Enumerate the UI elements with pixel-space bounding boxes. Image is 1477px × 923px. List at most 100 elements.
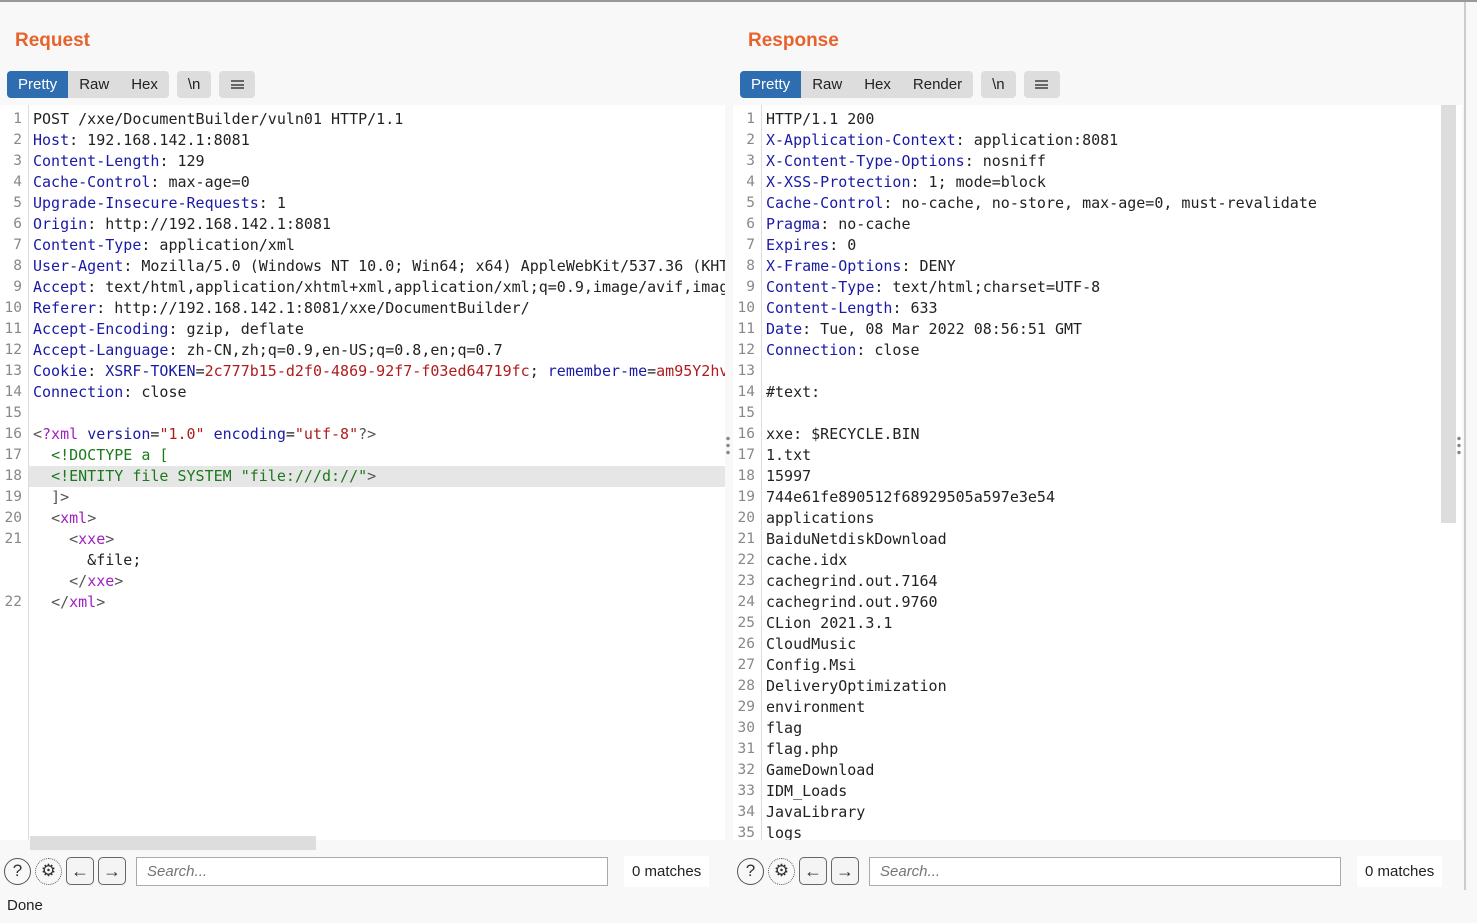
line-number: 26 bbox=[737, 636, 755, 652]
token: : Mozilla/5.0 (Windows NT 10.0; Win64; x… bbox=[123, 257, 725, 275]
line-text: X-Content-Type-Options: nosniff bbox=[766, 151, 1046, 172]
line-number: 20 bbox=[737, 510, 755, 526]
code-line: 25 CLion 2021.3.1 bbox=[733, 613, 1462, 634]
token: </ bbox=[51, 593, 70, 611]
line-number: 34 bbox=[737, 804, 755, 820]
token: CloudMusic bbox=[766, 635, 857, 653]
token: Accept bbox=[33, 278, 88, 296]
next-match-button[interactable]: → bbox=[98, 857, 126, 885]
line-number: 18 bbox=[737, 468, 755, 484]
code-line: 22 cache.idx bbox=[733, 550, 1462, 571]
token: 2c777b15-d2f0-4869-92f7-f03ed64719fc bbox=[204, 362, 530, 380]
next-match-button[interactable]: → bbox=[831, 857, 859, 885]
line-number: 15 bbox=[737, 405, 755, 421]
line-number: 21 bbox=[737, 531, 755, 547]
search-input[interactable] bbox=[869, 856, 1341, 886]
newline-toggle[interactable]: \n bbox=[981, 71, 1016, 98]
token: < bbox=[33, 425, 43, 443]
token: Upgrade-Insecure-Requests bbox=[33, 194, 259, 212]
tab-render[interactable]: Render bbox=[902, 71, 973, 98]
search-input[interactable] bbox=[136, 856, 608, 886]
code-line: 12 Connection: close bbox=[733, 340, 1462, 361]
line-text: Content-Type: text/html;charset=UTF-8 bbox=[766, 277, 1100, 298]
line-number: 1 bbox=[746, 111, 755, 127]
vertical-scrollbar[interactable] bbox=[1441, 105, 1456, 523]
line-text: <!DOCTYPE a [ bbox=[33, 445, 168, 466]
code-line: 6 Origin: http://192.168.142.1:8081 bbox=[0, 214, 725, 235]
request-editor[interactable]: 1 POST /xxe/DocumentBuilder/vuln01 HTTP/1… bbox=[0, 105, 725, 840]
token: ; bbox=[529, 362, 548, 380]
token: : zh-CN,zh;q=0.9,en-US;q=0.8,en;q=0.7 bbox=[168, 341, 503, 359]
token: Connection bbox=[33, 383, 124, 401]
code-line: 12 Accept-Language: zh-CN,zh;q=0.9,en-US;… bbox=[0, 340, 725, 361]
code-line: 17 1.txt bbox=[733, 445, 1462, 466]
code-line: 30 flag bbox=[733, 718, 1462, 739]
code-line: 3 X-Content-Type-Options: nosniff bbox=[733, 151, 1462, 172]
code-line: 8 User-Agent: Mozilla/5.0 (Windows NT 10.… bbox=[0, 256, 725, 277]
token: : 0 bbox=[829, 236, 857, 254]
line-number: 20 bbox=[4, 510, 22, 526]
tab-pretty[interactable]: Pretty bbox=[7, 71, 69, 98]
token: cachegrind.out.9760 bbox=[766, 593, 938, 611]
tab-pretty[interactable]: Pretty bbox=[740, 71, 802, 98]
line-text: Date: Tue, 08 Mar 2022 08:56:51 GMT bbox=[766, 319, 1082, 340]
line-number: 9 bbox=[13, 279, 22, 295]
token: : 1 bbox=[258, 194, 286, 212]
line-number: 2 bbox=[13, 132, 22, 148]
code-line: 10 Referer: http://192.168.142.1:8081/xxe… bbox=[0, 298, 725, 319]
previous-match-button[interactable]: ← bbox=[799, 857, 827, 885]
help-icon[interactable]: ? bbox=[4, 857, 31, 885]
line-number: 27 bbox=[737, 657, 755, 673]
line-number: 3 bbox=[13, 153, 22, 169]
menu-button[interactable] bbox=[1023, 71, 1060, 98]
line-text: <xml> bbox=[33, 508, 96, 529]
token: CLion 2021.3.1 bbox=[766, 614, 893, 632]
code-line: 20 applications bbox=[733, 508, 1462, 529]
horizontal-scrollbar[interactable] bbox=[30, 836, 316, 850]
token: "utf-8" bbox=[294, 425, 359, 443]
token: xxe: $RECYCLE.BIN bbox=[766, 425, 920, 443]
code-line: 22 </xml> bbox=[0, 592, 725, 613]
line-number: 32 bbox=[737, 762, 755, 778]
token: ]> bbox=[51, 488, 70, 506]
line-text: logs bbox=[766, 823, 802, 840]
code-line: 6 Pragma: no-cache bbox=[733, 214, 1462, 235]
tab-hex[interactable]: Hex bbox=[120, 71, 169, 98]
menu-icon bbox=[230, 80, 244, 89]
code-line: 8 X-Frame-Options: DENY bbox=[733, 256, 1462, 277]
line-text: POST /xxe/DocumentBuilder/vuln01 HTTP/1.… bbox=[33, 109, 403, 130]
tab-raw[interactable]: Raw bbox=[68, 71, 120, 98]
token: 744e61fe890512f68929505a597e3e54 bbox=[766, 488, 1055, 506]
code-line: 21 BaiduNetdiskDownload bbox=[733, 529, 1462, 550]
token: IDM_Loads bbox=[766, 782, 848, 800]
settings-icon[interactable]: ⚙ bbox=[35, 857, 62, 885]
token: : text/html;charset=UTF-8 bbox=[874, 278, 1101, 296]
menu-button[interactable] bbox=[219, 71, 256, 98]
settings-icon[interactable]: ⚙ bbox=[768, 857, 795, 885]
token: DeliveryOptimization bbox=[766, 677, 947, 695]
response-editor[interactable]: 1 HTTP/1.1 200 2 X-Application-Context: app… bbox=[733, 105, 1462, 840]
token: HTTP/1.1 200 bbox=[766, 110, 875, 128]
tab-raw[interactable]: Raw bbox=[801, 71, 853, 98]
token: "1.0" bbox=[159, 425, 205, 443]
token: flag.php bbox=[766, 740, 839, 758]
line-text: Origin: http://192.168.142.1:8081 bbox=[33, 214, 331, 235]
pane-divider-handle[interactable] bbox=[726, 435, 730, 457]
previous-match-button[interactable]: ← bbox=[66, 857, 94, 885]
line-text: <?xml version="1.0" encoding="utf-8"?> bbox=[33, 424, 376, 445]
token: : 192.168.142.1:8081 bbox=[69, 131, 250, 149]
token: cache.idx bbox=[766, 551, 848, 569]
token: : no-cache, no-store, max-age=0, must-re… bbox=[883, 194, 1317, 212]
side-panel-handle[interactable] bbox=[1457, 435, 1461, 457]
token: X-Frame-Options bbox=[766, 257, 902, 275]
token: environment bbox=[766, 698, 866, 716]
help-icon[interactable]: ? bbox=[737, 857, 764, 885]
code-line: 33 IDM_Loads bbox=[733, 781, 1462, 802]
code-line: 17 <!DOCTYPE a [ bbox=[0, 445, 725, 466]
token: < bbox=[51, 509, 61, 527]
code-line: 1 POST /xxe/DocumentBuilder/vuln01 HTTP/1… bbox=[0, 109, 725, 130]
tab-hex[interactable]: Hex bbox=[853, 71, 902, 98]
newline-toggle[interactable]: \n bbox=[177, 71, 212, 98]
